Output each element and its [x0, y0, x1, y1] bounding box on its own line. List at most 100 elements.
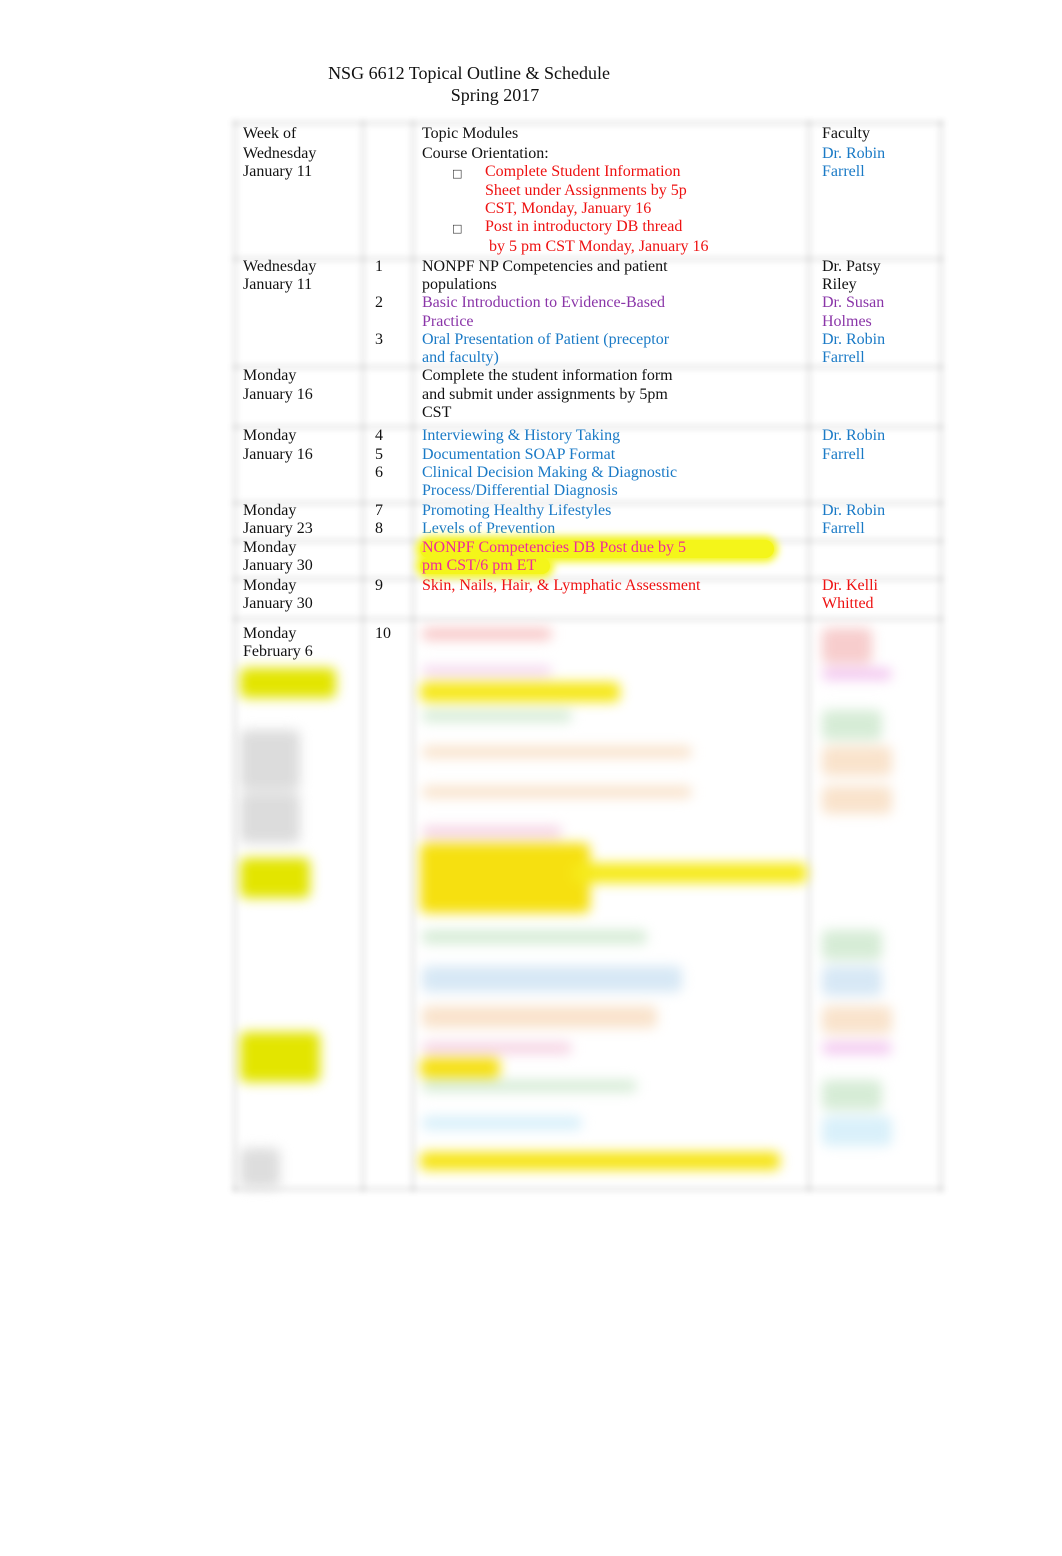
- blurred-text: [822, 1116, 892, 1146]
- row-date-day: Monday: [243, 367, 297, 384]
- topic-course-orientation: Course Orientation:: [422, 145, 549, 162]
- faculty-name: Farrell: [822, 163, 865, 180]
- topic-line: Interviewing & History Taking: [422, 427, 621, 444]
- row-date: January 11: [243, 276, 313, 293]
- faculty-name: Dr. Kelli: [822, 577, 878, 594]
- topic-line: populations: [422, 276, 497, 293]
- topic-line: Oral Presentation of Patient (preceptor: [422, 331, 670, 348]
- topic-line: Post in introductory DB thread: [485, 218, 683, 235]
- checkbox-bullet-icon: □: [452, 222, 463, 235]
- topic-line: Promoting Healthy Lifestyles: [422, 502, 612, 519]
- blurred-text: [422, 666, 552, 676]
- blurred-text: [822, 746, 892, 776]
- faculty-name: Farrell: [822, 349, 865, 366]
- faculty-name: Farrell: [822, 520, 865, 537]
- row-date-day: Monday: [243, 577, 297, 594]
- column-header-faculty: Faculty: [822, 125, 870, 142]
- module-number: 4: [375, 427, 383, 444]
- module-number: 9: [375, 577, 383, 594]
- blurred-highlight: [420, 1152, 780, 1170]
- blurred-text: [422, 786, 692, 798]
- blurred-text: [240, 793, 300, 843]
- column-header-week: Week of: [243, 125, 297, 142]
- module-number: 2: [375, 294, 383, 311]
- row-date: January 16: [243, 386, 313, 403]
- blurred-highlight: [420, 1058, 500, 1078]
- topic-line: CST, Monday, January 16: [485, 200, 652, 217]
- module-number: 1: [375, 258, 383, 275]
- faculty-name: Farrell: [822, 446, 865, 463]
- blurred-highlight: [420, 682, 620, 702]
- faculty-name: Riley: [822, 276, 857, 293]
- topic-line: Documentation SOAP Format: [422, 446, 616, 463]
- blurred-text: [422, 1006, 657, 1028]
- blurred-text: [240, 730, 300, 790]
- faculty-name: Holmes: [822, 313, 872, 330]
- blurred-text: [422, 746, 692, 758]
- blurred-highlight: [240, 858, 310, 898]
- blurred-text: [422, 966, 682, 992]
- document-title: NSG 6612 Topical Outline & Schedule: [328, 63, 610, 83]
- topic-line: CST: [422, 404, 452, 421]
- topic-line: Complete the student information form: [422, 367, 673, 384]
- topic-line: NONPF NP Competencies and patient: [422, 258, 668, 275]
- topic-line: Basic Introduction to Evidence-Based: [422, 294, 666, 311]
- topic-line: and submit under assignments by 5pm: [422, 386, 668, 403]
- blurred-text: [822, 966, 882, 996]
- topic-line: NONPF Competencies DB Post due by 5: [422, 539, 686, 556]
- obscured-content: [232, 618, 944, 1192]
- topic-line: Skin, Nails, Hair, & Lymphatic Assessmen…: [422, 577, 701, 594]
- blurred-text: [822, 1042, 892, 1054]
- module-number: 7: [375, 502, 383, 519]
- module-number: 5: [375, 446, 383, 463]
- blurred-text: [822, 1080, 882, 1110]
- topic-line: Clinical Decision Making & Diagnostic: [422, 464, 678, 481]
- topic-line: Practice: [422, 313, 474, 330]
- blurred-text: [422, 628, 552, 640]
- blurred-text: [822, 786, 892, 814]
- faculty-name: Dr. Robin: [822, 331, 886, 348]
- blurred-text: [822, 930, 882, 960]
- row-date: January 16: [243, 446, 313, 463]
- blurred-text: [822, 668, 892, 680]
- module-number: 8: [375, 520, 383, 537]
- topic-line: by 5 pm CST Monday, January 16: [485, 238, 709, 255]
- row-date-day: Wednesday: [243, 145, 317, 162]
- blurred-text: [422, 826, 562, 838]
- module-number: 6: [375, 464, 383, 481]
- faculty-name: Dr. Robin: [822, 502, 886, 519]
- faculty-name: Whitted: [822, 595, 874, 612]
- faculty-name: Dr. Robin: [822, 145, 886, 162]
- topic-line: Process/Differential Diagnosis: [422, 482, 618, 499]
- blurred-text: [822, 628, 872, 664]
- row-date-day: Wednesday: [243, 258, 317, 275]
- module-number: 3: [375, 331, 383, 348]
- topic-line: Levels of Prevention: [422, 520, 556, 537]
- blurred-highlight: [420, 843, 590, 913]
- blurred-text: [822, 710, 882, 740]
- faculty-name: Dr. Robin: [822, 427, 886, 444]
- topic-line: pm CST/6 pm ET: [422, 557, 537, 574]
- row-date-day: Monday: [243, 427, 297, 444]
- blurred-text: [422, 1080, 637, 1092]
- blurred-text: [422, 1116, 582, 1130]
- column-header-topic: Topic Modules: [422, 125, 519, 142]
- topic-line: Complete Student Information: [485, 163, 681, 180]
- faculty-name: Dr. Patsy: [822, 258, 881, 275]
- row-date-day: Monday: [243, 502, 297, 519]
- blurred-text: [422, 930, 647, 944]
- row-date-day: Monday: [243, 539, 297, 556]
- row-date: January 23: [243, 520, 313, 537]
- document-subtitle: Spring 2017: [450, 85, 540, 105]
- topic-line: Sheet under Assignments by 5p: [485, 182, 687, 199]
- blurred-highlight: [240, 668, 336, 698]
- blurred-highlight: [240, 1032, 320, 1082]
- blurred-highlight: [572, 863, 807, 883]
- blurred-text: [240, 1148, 280, 1188]
- row-date: January 30: [243, 595, 313, 612]
- blurred-text: [422, 710, 572, 722]
- blurred-text: [822, 1006, 892, 1034]
- faculty-name: Dr. Susan: [822, 294, 885, 311]
- row-date: January 11: [243, 163, 313, 180]
- topic-line: and faculty): [422, 349, 499, 366]
